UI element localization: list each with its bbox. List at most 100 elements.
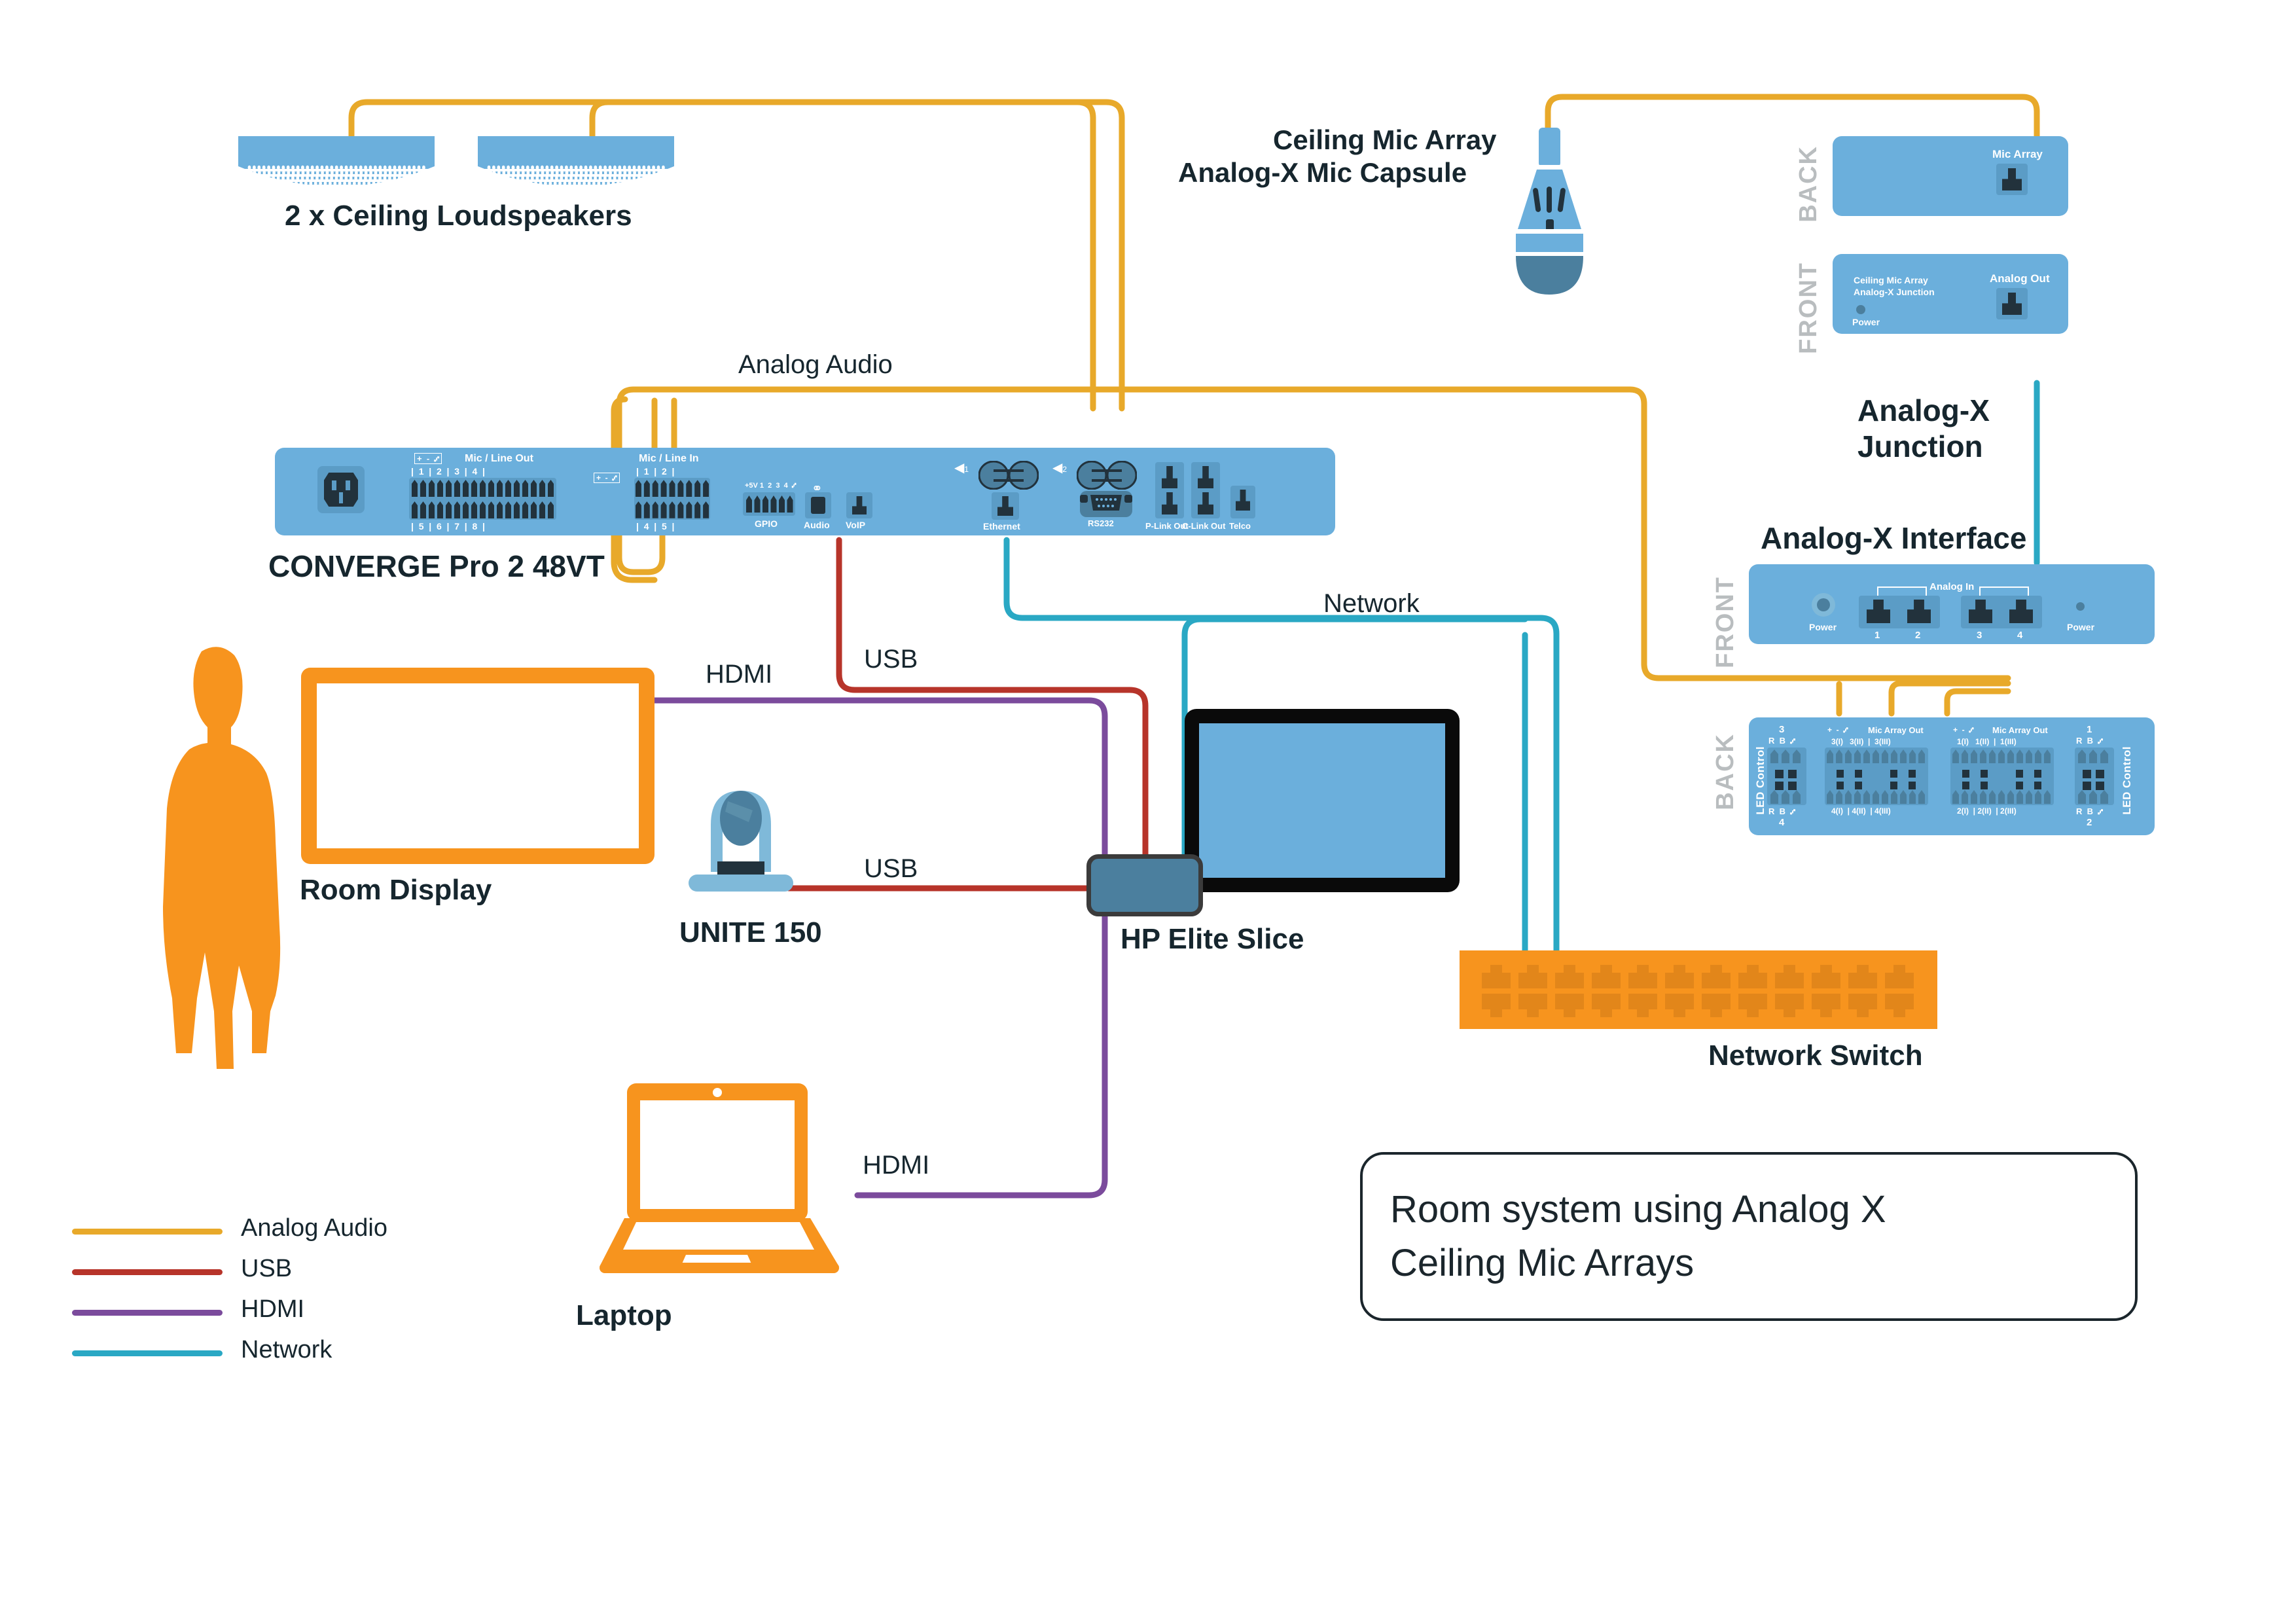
analogx-back-group-right-top-num: 1: [2087, 724, 2092, 735]
analogx-junction-front-name-line1: Ceiling Mic Array: [1854, 275, 1928, 285]
diagram-title-box: Room system using Analog X Ceiling Mic A…: [1360, 1152, 2138, 1321]
converge-gpio-label: GPIO: [755, 518, 778, 529]
analogx-back-led-terminal-right: [2075, 748, 2114, 805]
converge-mic-line-in-terminal: [634, 478, 710, 520]
converge-telco-label: Telco: [1229, 521, 1251, 531]
unite-150-camera[interactable]: [689, 779, 793, 903]
converge-mic-line-in-polarity: + - ⑇: [594, 473, 620, 483]
converge-audio-usb-port: [805, 492, 831, 518]
analogx-junction-back-panel[interactable]: Mic Array: [1833, 136, 2068, 216]
converge-mic-line-out-title: Mic / Line Out: [465, 453, 533, 464]
hp-elite-slice-device[interactable]: [1086, 854, 1203, 916]
hp-elite-slice-label: HP Elite Slice: [1121, 923, 1304, 955]
converge-clink-label: C-Link Out: [1182, 521, 1226, 531]
legend-swatch-hdmi: [72, 1310, 223, 1316]
analogx-back-right-bottom-pins: 2(I) | 2(II) | 2(III): [1957, 806, 2017, 816]
touch-monitor-screen: [1199, 723, 1445, 878]
converge-ethernet-label: Ethernet: [983, 521, 1020, 532]
analogx-back-right-top-pins: 1(I) 1(II) | 1(III): [1957, 737, 2017, 746]
wire-converge-ethernet: [1003, 537, 1544, 621]
converge-rs232-port: [1080, 491, 1132, 517]
legend-label-analog-audio: Analog Audio: [241, 1214, 387, 1242]
legend-label-network: Network: [241, 1336, 332, 1363]
converge-speaker-euro-1: [978, 460, 1039, 490]
converge-mic-line-in-title: Mic / Line In: [639, 453, 699, 464]
analogx-interface-analog-in-num-4: 4: [2017, 630, 2023, 641]
diagram-title-line2: Ceiling Mic Arrays: [1390, 1242, 1695, 1284]
legend-label-hdmi: HDMI: [241, 1295, 305, 1323]
laptop-device[interactable]: [596, 1077, 857, 1293]
analogx-junction-power-led: [1856, 305, 1865, 314]
network-switch-label: Network Switch: [1708, 1039, 1923, 1072]
analogx-interface-power-button[interactable]: [1812, 593, 1835, 617]
analogx-interface-front-side-label: FRONT: [1712, 576, 1739, 668]
analogx-junction-analog-out-label: Analog Out: [1990, 272, 2050, 285]
analogx-junction-mic-array-port: [1996, 164, 2028, 195]
cable-label-usb-camera: USB: [864, 854, 918, 883]
analogx-back-left-bottom-pins: 4(I) | 4(II) | 4(III): [1831, 806, 1891, 816]
analogx-back-rb-right-bottom: R B ⑇: [2076, 806, 2104, 816]
legend: Analog Audio USB HDMI Network: [72, 1214, 465, 1371]
ceiling-loudspeaker-2: [478, 136, 674, 195]
converge-gpio-pins: +5V 1 2 3 4 ⑇: [745, 482, 797, 490]
analogx-junction-label-line2: Junction: [1857, 429, 1983, 463]
room-display-label: Room Display: [300, 874, 492, 906]
unite-150-label: UNITE 150: [679, 916, 822, 948]
analogx-junction-power-label: Power: [1852, 317, 1880, 327]
analogx-junction-analog-out-port: [1996, 288, 2028, 319]
analogx-interface-front-panel[interactable]: Power Analog In 1 2 3 4 Power: [1749, 564, 2155, 644]
analogx-junction-back-side-label: BACK: [1795, 145, 1822, 223]
analogx-interface-analog-in-group-12: [1859, 596, 1940, 628]
analogx-back-led-terminal-left: [1767, 748, 1806, 805]
wire-speaker1-analog: [348, 99, 1096, 412]
analogx-junction-mic-array-port-label: Mic Array: [1992, 148, 2043, 160]
analogx-back-terminal-left: [1825, 748, 1928, 805]
legend-swatch-analog-audio: [72, 1229, 223, 1235]
converge-mic-line-in-top-nums: | 1 | 2 |: [636, 466, 675, 477]
analogx-back-led-control-left: LED Control: [1754, 746, 1767, 815]
cable-label-hdmi-laptop: HDMI: [863, 1151, 930, 1180]
analogx-junction-label-line1: Analog-X: [1857, 393, 1990, 427]
analog-in-bracket-left: [1877, 586, 1927, 596]
legend-swatch-network: [72, 1350, 223, 1356]
analogx-junction-front-name-line2: Analog-X Junction: [1854, 287, 1935, 297]
analogx-back-mic-array-out-right: Mic Array Out: [1992, 725, 2048, 735]
legend-label-usb: USB: [241, 1255, 293, 1282]
analogx-back-led-control-right: LED Control: [2121, 746, 2133, 815]
converge-rs232-label: RS232: [1088, 518, 1114, 528]
ceiling-mic-array-label-line1: Ceiling Mic Array: [1273, 124, 1497, 155]
ceiling-mic-capsule-icon: [1505, 128, 1594, 295]
converge-voip-port: [846, 492, 872, 518]
cable-label-network: Network: [1323, 589, 1420, 618]
converge-voip-label: VoIP: [846, 520, 866, 530]
analogx-back-rb-right-top: R B ⑇: [2076, 736, 2104, 746]
ceiling-loudspeaker-1: [238, 136, 435, 195]
analogx-back-polarity-right: + - ⑇: [1953, 725, 1974, 734]
converge-audio-label: Audio: [804, 520, 830, 530]
analogx-back-group-left-bottom-num: 4: [1779, 817, 1785, 828]
converge-mic-line-out-top-nums: | 1 | 2 | 3 | 4 |: [411, 466, 485, 477]
speaker-icon-1: ◀1: [954, 461, 969, 475]
touch-monitor-device[interactable]: [1185, 709, 1460, 892]
cable-label-analog-audio: Analog Audio: [738, 350, 893, 379]
analogx-junction-front-panel[interactable]: Ceiling Mic Array Analog-X Junction Powe…: [1833, 254, 2068, 334]
converge-speaker-euro-2: [1076, 460, 1138, 490]
analogx-back-group-right-bottom-num: 2: [2087, 817, 2092, 828]
cable-label-hdmi-display: HDMI: [706, 660, 773, 689]
analogx-back-terminal-right: [1950, 748, 2054, 805]
converge-pro-2-device[interactable]: + - ⑇ Mic / Line Out | 1 | 2 | 3 | 4 | |…: [275, 448, 1335, 535]
converge-pro-2-label: CONVERGE Pro 2 48VT: [268, 549, 605, 583]
converge-gpio-terminal: [743, 492, 795, 516]
converge-telco-port: [1230, 486, 1255, 518]
converge-mic-line-out-polarity: + - ⑇: [414, 453, 442, 464]
wire-network-down-switch: [1537, 615, 1560, 972]
room-display-device[interactable]: [301, 668, 655, 864]
analogx-interface-analog-in-num-1: 1: [1874, 630, 1880, 641]
analogx-interface-analog-in-group-34: [1961, 596, 2042, 628]
network-switch-device[interactable]: [1460, 950, 1937, 1029]
speaker-icon-2: ◀2: [1052, 461, 1067, 475]
analogx-interface-back-panel[interactable]: LED Control 3 R B ⑇ R B ⑇ 4 + - ⑇ Mic Ar…: [1749, 717, 2155, 835]
diagram-title-line1: Room system using Analog X: [1390, 1188, 1886, 1231]
analogx-back-rb-left-bottom: R B ⑇: [1768, 806, 1796, 816]
analog-in-bracket-right: [1979, 586, 2029, 596]
